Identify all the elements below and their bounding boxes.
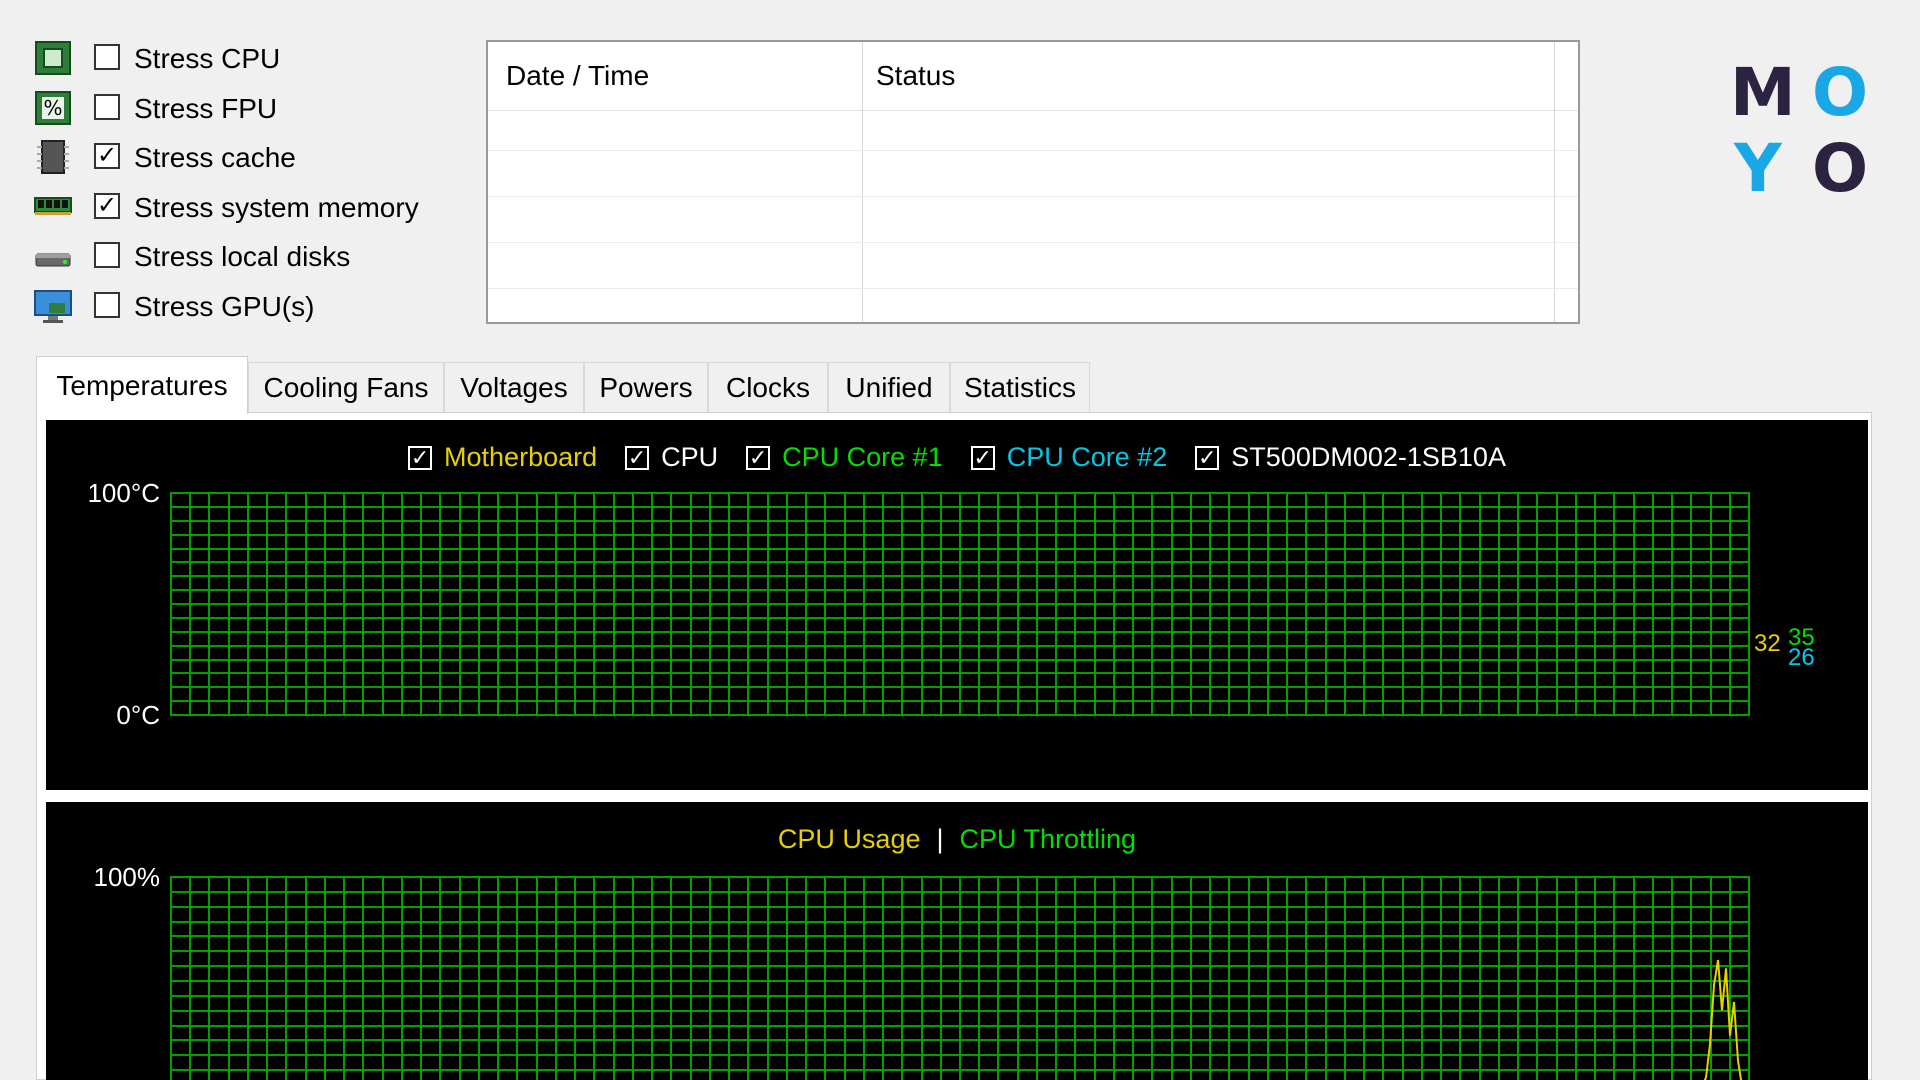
legend-item-motherboard[interactable]: ✓ Motherboard: [408, 442, 597, 473]
stress-option-stress-system-memory[interactable]: ✓ Stress system memory: [34, 187, 454, 227]
legend-item-cpu-core-1[interactable]: ✓ CPU Core #1: [746, 442, 943, 473]
logo-letter: M: [1730, 54, 1796, 131]
tab-cooling-fans[interactable]: Cooling Fans: [248, 362, 444, 412]
temperature-graph: ✓ Motherboard ✓ CPU ✓ CPU Core #1 ✓ CPU Core #2…: [46, 420, 1868, 790]
svg-text:%: %: [43, 96, 62, 120]
table-row-divider: [488, 150, 1578, 151]
stress-option-stress-fpu[interactable]: % Stress FPU: [34, 88, 454, 128]
tab-temperatures[interactable]: Temperatures: [36, 356, 248, 414]
stress-checkbox[interactable]: ✓: [94, 192, 120, 219]
legend-item-cpu-core-2[interactable]: ✓ CPU Core #2: [970, 442, 1168, 473]
stress-checkbox[interactable]: [94, 44, 120, 70]
y-axis-min-label: 0°C: [116, 700, 160, 730]
column-divider[interactable]: [862, 42, 863, 322]
legend-item-st500dm002-1sb10a[interactable]: ✓ ST500DM002-1SB10A: [1195, 442, 1506, 473]
sensor-tabs: Temperatures Cooling Fans Voltages Powers Cl…: [36, 356, 1876, 414]
log-table-header: Date / Time Status: [488, 42, 1578, 111]
logo-letter: O: [1812, 54, 1869, 131]
legend-checkbox[interactable]: ✓: [625, 445, 650, 470]
y-axis-max-label: 100%: [93, 862, 161, 892]
fpu-percent-icon: %: [34, 90, 72, 126]
cpu-usage-graph: CPU Usage | CPU Throttling 100%: [46, 802, 1868, 1080]
hard-disk-icon: [34, 238, 72, 274]
moyo-logo: M O Y O: [1730, 54, 1870, 202]
stress-checkbox[interactable]: [94, 93, 120, 120]
tab-statistics[interactable]: Statistics: [950, 362, 1090, 412]
legend-separator: |: [936, 824, 944, 854]
stress-label: Stress GPU(s): [134, 290, 315, 322]
cpu-usage-line: [1703, 959, 1743, 1080]
legend-label-cpu-usage[interactable]: CPU Usage: [778, 824, 921, 855]
temperature-readout: 32: [1754, 630, 1781, 658]
legend-label: CPU Core #2: [1006, 442, 1168, 472]
legend-checkbox[interactable]: ✓: [408, 445, 433, 470]
stress-option-stress-cache[interactable]: ✓ Stress cache: [34, 137, 454, 177]
legend-checkbox[interactable]: ✓: [1195, 445, 1220, 470]
stress-option-stress-local-disks[interactable]: Stress local disks: [34, 236, 454, 276]
stress-label: Stress system memory: [134, 191, 419, 223]
logo-letter: O: [1812, 130, 1869, 207]
legend-label: ST500DM002-1SB10A: [1231, 442, 1506, 472]
stress-option-stress-gpu-s[interactable]: Stress GPU(s): [34, 286, 454, 326]
temperature-legend: ✓ Motherboard ✓ CPU ✓ CPU Core #1 ✓ CPU Core #2…: [46, 442, 1868, 473]
tab-unified[interactable]: Unified: [828, 362, 950, 412]
stress-label: Stress CPU: [134, 43, 281, 74]
status-log-table[interactable]: Date / Time Status: [486, 40, 1580, 324]
table-row-divider: [488, 288, 1578, 289]
cpu-usage-legend: CPU Usage | CPU Throttling: [46, 824, 1868, 855]
stress-label: Stress cache: [134, 142, 296, 173]
legend-checkbox[interactable]: ✓: [970, 445, 995, 470]
column-divider-end: [1554, 42, 1555, 322]
legend-label: Motherboard: [444, 442, 598, 472]
tab-clocks[interactable]: Clocks: [708, 362, 828, 412]
cpu-chip-icon: [34, 40, 72, 76]
tab-powers[interactable]: Powers: [584, 362, 708, 412]
column-header-date-time[interactable]: Date / Time: [506, 60, 649, 92]
logo-letter: Y: [1734, 130, 1782, 207]
stress-label: Stress local disks: [134, 241, 351, 272]
y-axis-max-label: 100°C: [87, 478, 160, 508]
legend-label-cpu-throttling[interactable]: CPU Throttling: [960, 824, 1137, 855]
table-row-divider: [488, 242, 1578, 243]
stress-checkbox[interactable]: [94, 291, 120, 318]
stress-checkbox[interactable]: ✓: [94, 143, 120, 169]
memory-module-icon: [34, 189, 72, 225]
legend-checkbox[interactable]: ✓: [746, 445, 771, 470]
cache-chip-icon: [34, 139, 72, 175]
legend-item-cpu[interactable]: ✓ CPU: [625, 442, 718, 473]
column-header-status[interactable]: Status: [876, 60, 955, 92]
table-row-divider: [488, 196, 1578, 197]
temperature-grid: [170, 492, 1750, 716]
legend-label: CPU Core #1: [782, 442, 943, 472]
stress-checkbox[interactable]: [94, 242, 120, 268]
cpu-usage-grid: [170, 876, 1750, 1080]
legend-label: CPU: [661, 442, 719, 472]
gpu-monitor-icon: [34, 288, 72, 324]
temperature-readout: 26: [1788, 643, 1815, 671]
stress-label: Stress FPU: [134, 92, 278, 124]
tab-voltages[interactable]: Voltages: [444, 362, 584, 412]
stress-option-stress-cpu[interactable]: Stress CPU: [34, 38, 454, 78]
